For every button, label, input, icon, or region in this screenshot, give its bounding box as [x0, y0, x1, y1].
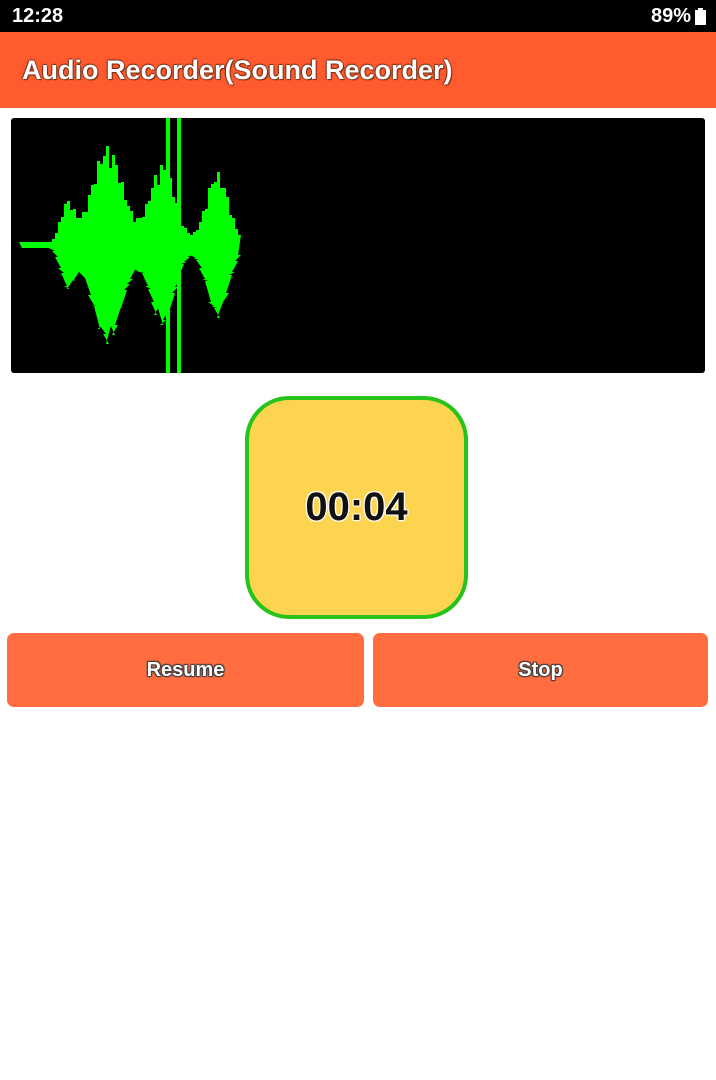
recording-timer: 00:04	[245, 396, 468, 619]
app-title: Audio Recorder(Sound Recorder)	[22, 55, 453, 85]
timer-value: 00:04	[305, 485, 408, 529]
waveform-spike	[166, 118, 170, 373]
waveform-spike	[177, 118, 181, 373]
resume-label: Resume	[146, 658, 225, 681]
status-right: 89%	[651, 4, 706, 28]
stop-label: Stop	[518, 658, 563, 681]
resume-button[interactable]: Resume	[7, 633, 364, 707]
waveform-shape	[19, 146, 241, 344]
status-bar: 12:28 89%	[0, 0, 716, 32]
battery-percent: 89%	[650, 5, 691, 27]
battery-icon	[695, 7, 706, 25]
waveform-visualizer	[11, 118, 705, 373]
app-bar: Audio Recorder(Sound Recorder)	[0, 32, 716, 108]
waveform-graphic	[19, 118, 241, 373]
status-time: 12:28	[12, 5, 64, 27]
stop-button[interactable]: Stop	[373, 633, 708, 707]
